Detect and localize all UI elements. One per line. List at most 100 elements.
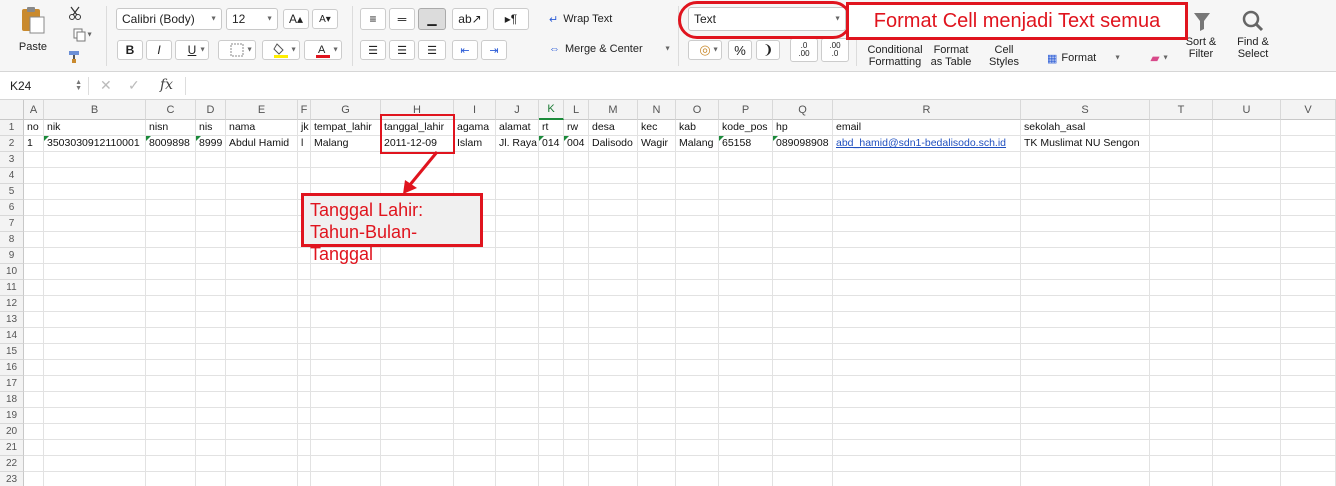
empty-cell[interactable] — [226, 344, 298, 360]
row-header[interactable]: 13 — [0, 312, 24, 328]
empty-cell[interactable] — [226, 392, 298, 408]
merge-center-button[interactable]: ⇔ Merge & Center ▼ — [548, 40, 672, 58]
empty-cell[interactable] — [539, 200, 564, 216]
empty-cell[interactable] — [1213, 472, 1281, 486]
header-cell[interactable]: nik — [44, 120, 146, 136]
empty-cell[interactable] — [773, 408, 833, 424]
empty-cell[interactable] — [833, 184, 1021, 200]
empty-cell[interactable] — [44, 280, 146, 296]
header-cell[interactable]: tempat_lahir — [311, 120, 381, 136]
empty-cell[interactable] — [1281, 136, 1336, 152]
empty-cell[interactable] — [496, 264, 539, 280]
empty-cell[interactable] — [44, 440, 146, 456]
data-cell[interactable]: 1 — [24, 136, 44, 152]
empty-cell[interactable] — [454, 152, 496, 168]
data-cell[interactable]: TK Muslimat NU Sengon — [1021, 136, 1150, 152]
header-cell[interactable]: kode_pos — [719, 120, 773, 136]
empty-cell[interactable] — [496, 184, 539, 200]
empty-cell[interactable] — [146, 376, 196, 392]
empty-cell[interactable] — [146, 232, 196, 248]
bold-button[interactable]: B — [117, 40, 143, 60]
empty-cell[interactable] — [226, 376, 298, 392]
empty-cell[interactable] — [1281, 328, 1336, 344]
empty-cell[interactable] — [146, 344, 196, 360]
empty-cell[interactable] — [1281, 248, 1336, 264]
empty-cell[interactable] — [676, 440, 719, 456]
data-cell[interactable]: 004 — [564, 136, 589, 152]
select-all-corner[interactable] — [0, 100, 24, 120]
data-cell[interactable]: 3503030912110001 — [44, 136, 146, 152]
empty-cell[interactable] — [1213, 360, 1281, 376]
empty-cell[interactable] — [589, 424, 638, 440]
empty-cell[interactable] — [564, 280, 589, 296]
empty-cell[interactable] — [381, 344, 454, 360]
empty-cell[interactable] — [24, 264, 44, 280]
empty-cell[interactable] — [638, 168, 676, 184]
empty-cell[interactable] — [564, 200, 589, 216]
cancel-icon[interactable]: ✕ — [100, 77, 112, 94]
empty-cell[interactable] — [454, 296, 496, 312]
empty-cell[interactable] — [676, 264, 719, 280]
empty-cell[interactable] — [539, 376, 564, 392]
empty-cell[interactable] — [226, 328, 298, 344]
empty-cell[interactable] — [24, 344, 44, 360]
empty-cell[interactable] — [381, 408, 454, 424]
empty-cell[interactable] — [496, 408, 539, 424]
empty-cell[interactable] — [1213, 376, 1281, 392]
empty-cell[interactable] — [589, 312, 638, 328]
empty-cell[interactable] — [454, 344, 496, 360]
empty-cell[interactable] — [1213, 328, 1281, 344]
empty-cell[interactable] — [146, 280, 196, 296]
empty-cell[interactable] — [1213, 120, 1281, 136]
empty-cell[interactable] — [298, 472, 311, 486]
empty-cell[interactable] — [638, 408, 676, 424]
data-cell[interactable]: Malang — [676, 136, 719, 152]
empty-cell[interactable] — [1150, 184, 1213, 200]
column-header[interactable]: P — [719, 100, 773, 120]
empty-cell[interactable] — [298, 328, 311, 344]
empty-cell[interactable] — [638, 392, 676, 408]
name-box[interactable]: K24 ▲ ▼ — [4, 76, 86, 96]
empty-cell[interactable] — [539, 344, 564, 360]
empty-cell[interactable] — [833, 248, 1021, 264]
empty-cell[interactable] — [496, 248, 539, 264]
column-header[interactable]: S — [1021, 100, 1150, 120]
empty-cell[interactable] — [44, 248, 146, 264]
empty-cell[interactable] — [539, 296, 564, 312]
empty-cell[interactable] — [773, 168, 833, 184]
empty-cell[interactable] — [833, 344, 1021, 360]
empty-cell[interactable] — [638, 152, 676, 168]
empty-cell[interactable] — [44, 456, 146, 472]
empty-cell[interactable] — [1021, 408, 1150, 424]
empty-cell[interactable] — [589, 328, 638, 344]
empty-cell[interactable] — [24, 456, 44, 472]
email-link[interactable]: abd_hamid@sdn1-bedalisodo.sch.id — [836, 137, 1006, 149]
empty-cell[interactable] — [638, 376, 676, 392]
paragraph-button[interactable]: ▸¶ — [493, 8, 529, 30]
font-color-button[interactable]: A ▼ — [304, 40, 342, 60]
column-header[interactable]: T — [1150, 100, 1213, 120]
empty-cell[interactable] — [1021, 200, 1150, 216]
empty-cell[interactable] — [1281, 184, 1336, 200]
empty-cell[interactable] — [539, 392, 564, 408]
empty-cell[interactable] — [1150, 296, 1213, 312]
empty-cell[interactable] — [564, 360, 589, 376]
decrease-decimal-button[interactable]: .00 .0 — [821, 38, 849, 62]
cell-styles-button[interactable]: Cell Styles — [982, 44, 1026, 68]
empty-cell[interactable] — [564, 152, 589, 168]
increase-indent-button[interactable]: ⇥ — [481, 40, 507, 60]
empty-cell[interactable] — [146, 200, 196, 216]
empty-cell[interactable] — [1213, 184, 1281, 200]
empty-cell[interactable] — [454, 472, 496, 486]
empty-cell[interactable] — [719, 472, 773, 486]
empty-cell[interactable] — [719, 232, 773, 248]
empty-cell[interactable] — [1150, 264, 1213, 280]
empty-cell[interactable] — [719, 248, 773, 264]
data-cell[interactable]: 089098908 — [773, 136, 833, 152]
empty-cell[interactable] — [564, 232, 589, 248]
empty-cell[interactable] — [1021, 280, 1150, 296]
data-cell[interactable]: Dalisodo — [589, 136, 638, 152]
empty-cell[interactable] — [589, 408, 638, 424]
header-cell[interactable]: desa — [589, 120, 638, 136]
empty-cell[interactable] — [564, 168, 589, 184]
